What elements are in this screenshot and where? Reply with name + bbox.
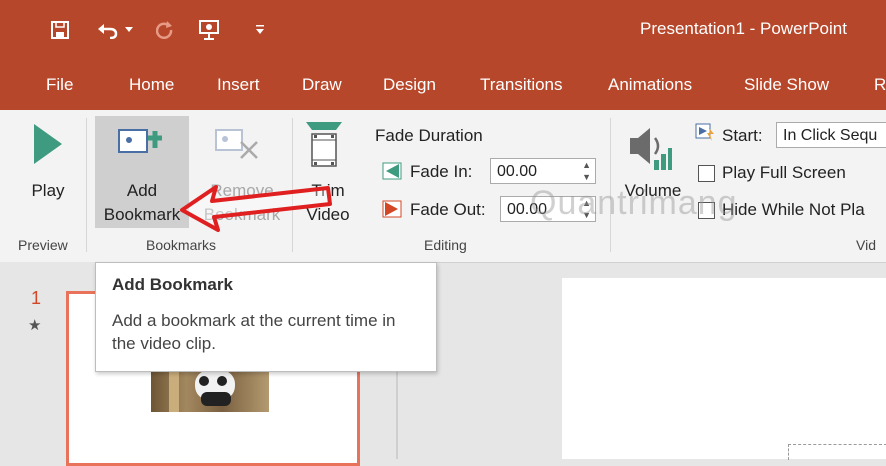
annotation-arrow-icon (180, 185, 332, 232)
